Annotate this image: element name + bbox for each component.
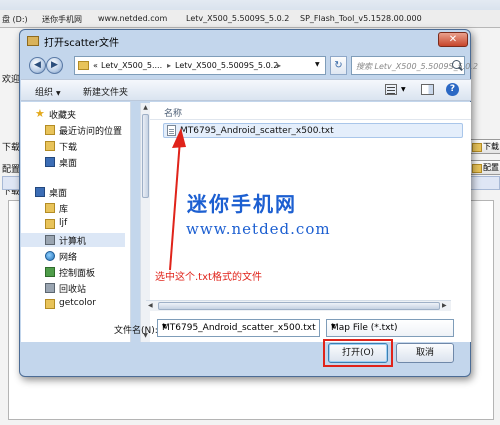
- breadcrumb-separator-icon: ▸: [277, 61, 282, 70]
- background-tab-1[interactable]: 迷你手机网: [42, 14, 82, 25]
- new-folder-button[interactable]: 新建文件夹: [83, 85, 128, 98]
- open-button[interactable]: 打开(O): [328, 343, 388, 363]
- background-tab-drive[interactable]: 盘 (D:): [2, 14, 28, 25]
- background-tab-bar: 盘 (D:) 迷你手机网 www.netded.com Letv_X500_5.…: [0, 10, 500, 28]
- filename-label: 文件名(N):: [114, 326, 158, 336]
- address-bar[interactable]: « Letv_X500_5.... ▸ Letv_X500_5.5009S_5.…: [74, 56, 326, 75]
- chevron-down-icon: ▼: [56, 90, 61, 97]
- search-icon[interactable]: [452, 60, 461, 69]
- forward-arrow-icon[interactable]: ▶: [46, 57, 63, 74]
- chevron-down-icon[interactable]: ▼: [401, 86, 406, 93]
- network-icon: [45, 251, 55, 261]
- chevron-down-icon[interactable]: ▼: [315, 61, 320, 68]
- background-label-welcome: 欢迎: [2, 75, 21, 85]
- scrollbar-thumb[interactable]: [158, 302, 440, 310]
- background-tab-4[interactable]: SP_Flash_Tool_v5.1528.00.000: [300, 14, 422, 23]
- breadcrumb-segment-2[interactable]: Letv_X500_5.5009S_5.0.2: [175, 61, 278, 70]
- watermark-text: 迷你手机网: [187, 192, 297, 216]
- library-icon: [45, 203, 55, 213]
- file-type-select[interactable]: Map File (*.txt) ▼: [326, 319, 454, 337]
- folder-icon: [78, 61, 89, 70]
- preview-pane-icon[interactable]: [421, 84, 434, 95]
- user-folder-icon: [45, 219, 55, 229]
- search-input[interactable]: 搜索 Letv_X500_5.5009S_5.0.2: [351, 56, 478, 75]
- toolbar: 组织 ▼ 新建文件夹 ▼ ?: [21, 79, 471, 101]
- star-icon: ★: [35, 107, 45, 120]
- chevron-down-icon[interactable]: ▼: [331, 323, 336, 330]
- scroll-left-icon[interactable]: ◀: [148, 302, 153, 309]
- cancel-button[interactable]: 取消: [396, 343, 454, 363]
- address-prefix: «: [93, 61, 98, 70]
- background-config-button[interactable]: 配置文: [468, 160, 500, 185]
- breadcrumb-separator-icon: ▸: [167, 61, 172, 70]
- chevron-down-icon[interactable]: ▼: [162, 323, 167, 330]
- folder-icon: [45, 299, 55, 309]
- control-panel-icon: [45, 267, 55, 277]
- computer-icon: [45, 235, 55, 245]
- background-label-config: 配置: [2, 165, 21, 175]
- navigation-pane: ★ 收藏夹 最近访问的位置 下载 桌面 桌面 库 ljf 计算机 网络 控制面板…: [21, 102, 131, 342]
- background-tab-3[interactable]: Letv_X500_5.5009S_5.0.2: [186, 14, 289, 23]
- organize-menu[interactable]: 组织 ▼: [35, 85, 61, 98]
- watermark-url: www.netded.com: [186, 220, 331, 238]
- filename-input[interactable]: MT6795_Android_scatter_x500.txt ▼: [157, 319, 320, 337]
- recent-icon: [45, 125, 55, 135]
- folder-icon: [27, 36, 39, 46]
- breadcrumb-segment-1[interactable]: Letv_X500_5....: [101, 61, 162, 70]
- download-icon: [45, 141, 55, 151]
- desktop-icon: [45, 157, 55, 167]
- dialog-title: 打开scatter文件: [44, 38, 119, 49]
- annotation-text: 选中这个.txt格式的文件: [155, 272, 262, 283]
- close-button[interactable]: ✕: [438, 32, 468, 47]
- background-tab-2[interactable]: www.netded.com: [98, 14, 167, 23]
- desktop-icon: [35, 187, 45, 197]
- scroll-right-icon[interactable]: ▶: [442, 302, 447, 309]
- file-list-horizontal-scrollbar[interactable]: ◀ ▶: [146, 300, 451, 311]
- background-download-button[interactable]: 下载: [468, 139, 500, 154]
- view-options-icon[interactable]: [385, 84, 397, 95]
- back-arrow-icon[interactable]: ◀: [29, 57, 46, 74]
- recycle-bin-icon: [45, 283, 55, 293]
- background-label-download: 下载: [2, 143, 21, 153]
- help-icon[interactable]: ?: [446, 83, 459, 96]
- refresh-icon[interactable]: ↻: [330, 56, 347, 75]
